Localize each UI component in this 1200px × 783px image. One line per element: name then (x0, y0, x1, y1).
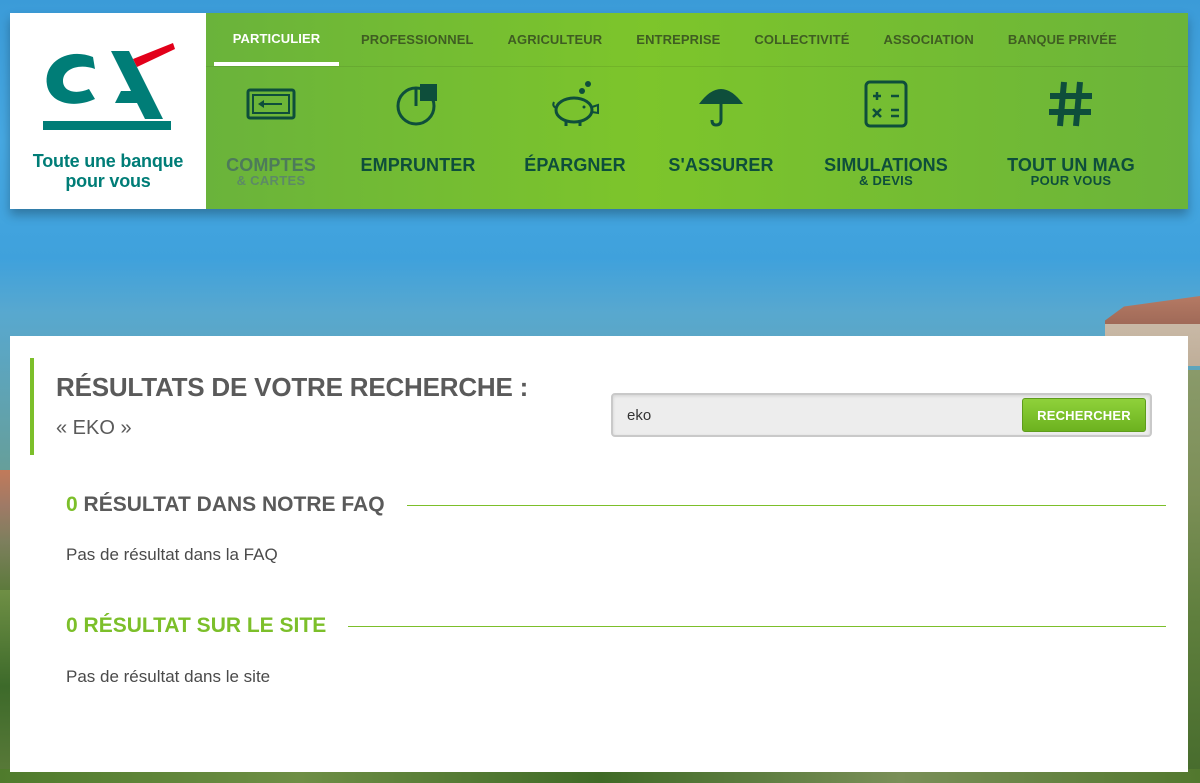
card-icon (242, 77, 300, 131)
main-navigation: PARTICULIER PROFESSIONNEL AGRICULTEUR EN… (206, 13, 1188, 209)
faq-results-header: 0 RÉSULTAT DANS NOTRE FAQ (66, 493, 1166, 517)
nav-association[interactable]: ASSOCIATION (865, 13, 989, 66)
nav-comptes-sub: & CARTES (236, 173, 306, 188)
faq-results-label: RÉSULTAT DANS NOTRE FAQ (83, 493, 385, 516)
site-results-title: 0 RÉSULTAT SUR LE SITE (66, 614, 326, 638)
site-results-header: 0 RÉSULTAT SUR LE SITE (66, 614, 1166, 638)
faq-divider (406, 504, 1166, 506)
search-input[interactable] (627, 403, 1007, 427)
faq-empty-message: Pas de résultat dans la FAQ (66, 545, 278, 564)
background-foliage-right (1186, 370, 1200, 783)
brand-logo-link[interactable]: Toute une banque pour vous (10, 13, 206, 209)
nav-emprunter[interactable]: EMPRUNTER (336, 77, 500, 209)
product-nav: COMPTES & CARTES EMPRUNTER ÉPARGNER S'AS… (206, 67, 1188, 209)
faq-results-count: 0 (66, 493, 78, 516)
nav-simulations-devis[interactable]: SIMULATIONS & DEVIS (792, 77, 980, 209)
piggy-bank-icon (546, 77, 604, 131)
page-title: RÉSULTATS DE VOTRE RECHERCHE : (56, 372, 529, 402)
nav-sassurer-label: S'ASSURER (668, 155, 774, 175)
umbrella-icon (692, 77, 750, 131)
pie-chart-icon (389, 77, 447, 131)
search-results-card: RÉSULTATS DE VOTRE RECHERCHE : « EKO » R… (10, 336, 1188, 772)
results-title-block: RÉSULTATS DE VOTRE RECHERCHE : « EKO » (30, 358, 528, 455)
nav-simulations-sub: & DEVIS (858, 173, 914, 188)
nav-mag-sub: POUR VOUS (1030, 173, 1112, 188)
faq-results-title: 0 RÉSULTAT DANS NOTRE FAQ (66, 493, 385, 517)
search-query-label: « EKO » (56, 417, 132, 439)
site-header: Toute une banque pour vous PARTICULIER P… (10, 13, 1188, 209)
nav-entreprise[interactable]: ENTREPRISE (618, 13, 736, 66)
tagline-line-1: Toute une banque (32, 151, 184, 171)
hashtag-icon (1042, 77, 1100, 131)
site-results-count: 0 (66, 614, 78, 637)
credit-agricole-logo (43, 43, 175, 130)
nav-particulier[interactable]: PARTICULIER (214, 13, 339, 66)
nav-simulations-label: SIMULATIONS (824, 155, 948, 175)
site-empty-message: Pas de résultat dans le site (66, 667, 271, 686)
site-divider (348, 625, 1166, 627)
nav-banque-privee[interactable]: BANQUE PRIVÉE (990, 13, 1133, 66)
nav-professionnel[interactable]: PROFESSIONNEL (339, 13, 490, 66)
nav-agriculteur[interactable]: AGRICULTEUR (490, 13, 619, 66)
search-form: RECHERCHER (611, 393, 1152, 437)
nav-emprunter-label: EMPRUNTER (360, 155, 476, 175)
brand-tagline: Toute une banque pour vous (32, 151, 184, 191)
calculator-icon (857, 77, 915, 131)
nav-tout-un-mag[interactable]: TOUT UN MAG POUR VOUS (980, 77, 1162, 209)
nav-comptes-cartes[interactable]: COMPTES & CARTES (206, 77, 336, 209)
nav-epargner-label: ÉPARGNER (524, 155, 626, 175)
nav-epargner[interactable]: ÉPARGNER (500, 77, 650, 209)
search-button[interactable]: RECHERCHER (1022, 398, 1146, 432)
audience-nav: PARTICULIER PROFESSIONNEL AGRICULTEUR EN… (206, 13, 1188, 67)
tagline-line-2: pour vous (65, 171, 151, 191)
nav-mag-label: TOUT UN MAG (1007, 155, 1135, 175)
nav-collectivite[interactable]: COLLECTIVITÉ (736, 13, 865, 66)
nav-comptes-label: COMPTES (226, 155, 316, 175)
nav-sassurer[interactable]: S'ASSURER (650, 77, 792, 209)
site-results-label: RÉSULTAT SUR LE SITE (83, 614, 327, 637)
